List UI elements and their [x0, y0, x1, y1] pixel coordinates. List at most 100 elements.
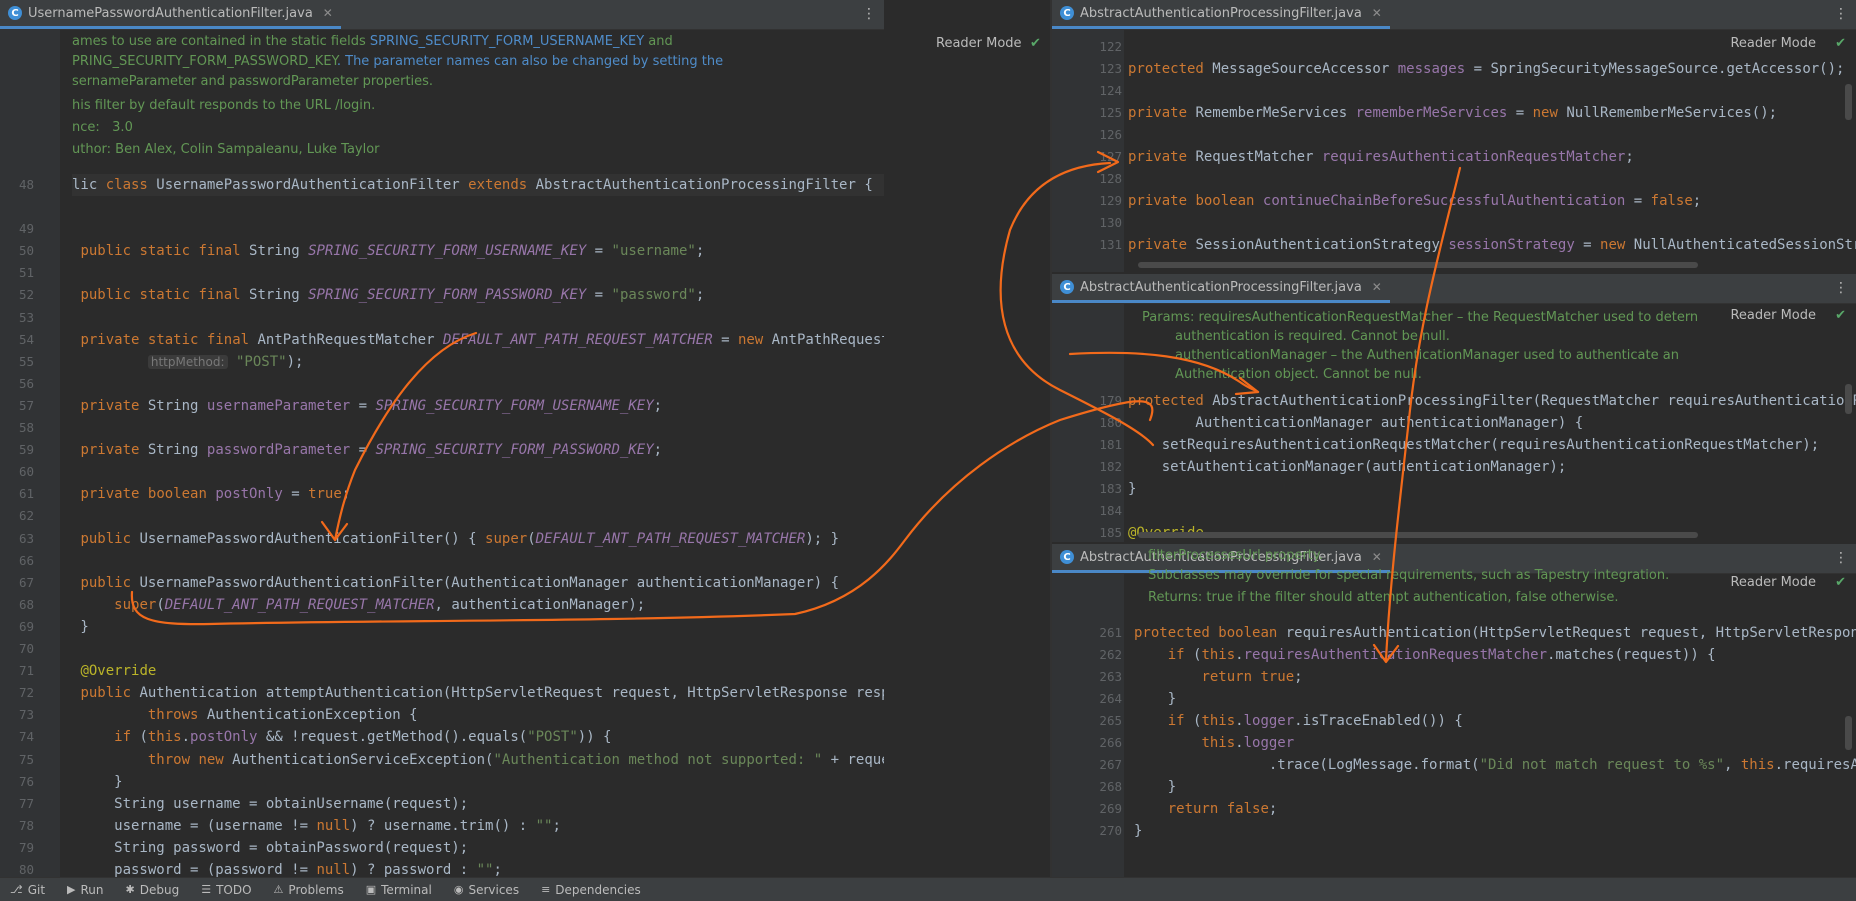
code-line[interactable]: setAuthenticationManager(authenticationM…	[1128, 456, 1567, 478]
kebab-menu-icon[interactable]: ⋮	[1834, 550, 1848, 566]
line-number: 73	[18, 707, 34, 723]
right-mid-horizontal-scrollbar[interactable]	[1138, 532, 1698, 538]
code-line[interactable]: private static final AntPathRequestMatch…	[72, 329, 884, 351]
code-line[interactable]: this.logger	[1134, 732, 1294, 754]
close-icon[interactable]: ✕	[1372, 550, 1382, 564]
line-number: 128	[1099, 171, 1122, 186]
code-line[interactable]: private String usernameParameter = SPRIN…	[72, 395, 662, 417]
toolwindow-services-button[interactable]: ◉ Services	[454, 883, 519, 897]
code-line[interactable]: httpMethod: "POST");	[72, 351, 303, 373]
line-number: 76	[18, 773, 34, 789]
code-line[interactable]: protected boolean requiresAuthentication…	[1134, 622, 1856, 644]
java-class-icon: C	[8, 6, 22, 20]
toolwindow-problems-button[interactable]: ⚠ Problems	[274, 883, 344, 897]
code-line[interactable]: String password = obtainPassword(request…	[72, 837, 468, 859]
toolwindow-terminal-button[interactable]: ▣ Terminal	[366, 883, 432, 897]
toolwindow-run-button[interactable]: ▶ Run	[67, 883, 103, 897]
code-line[interactable]: public static final String SPRING_SECURI…	[72, 284, 704, 306]
code-line[interactable]: protected MessageSourceAccessor messages…	[1128, 58, 1844, 80]
line-number: 180	[1099, 415, 1122, 430]
code-line[interactable]: private boolean postOnly = true;	[72, 483, 350, 505]
left-tab[interactable]: C UsernamePasswordAuthenticationFilter.j…	[0, 0, 341, 29]
line-number: 71	[18, 663, 34, 679]
reader-mode-button[interactable]: Reader Mode	[1730, 308, 1816, 323]
line-number: 54	[18, 331, 34, 347]
toolwindow-label: Problems	[288, 882, 344, 897]
code-line[interactable]: protected AbstractAuthenticationProcessi…	[1128, 390, 1856, 412]
code-line[interactable]: @Override	[72, 660, 156, 682]
toolwindow-git-button[interactable]: ⎇ Git	[10, 883, 45, 897]
right-top-horizontal-scrollbar[interactable]	[1138, 262, 1698, 268]
code-line[interactable]: }	[72, 616, 88, 638]
java-class-icon: C	[1060, 280, 1074, 294]
line-number: 183	[1099, 481, 1122, 496]
right-mid-vertical-scrollbar[interactable]	[1845, 384, 1852, 414]
kebab-menu-icon[interactable]: ⋮	[1834, 6, 1848, 22]
close-icon[interactable]: ✕	[1372, 6, 1382, 20]
right-top-tab[interactable]: C AbstractAuthenticationProcessingFilter…	[1052, 0, 1390, 29]
line-number: 57	[18, 397, 34, 413]
terminal-icon: ▣	[365, 883, 377, 896]
line-number: 79	[18, 839, 34, 855]
code-line[interactable]: }	[1134, 776, 1176, 798]
code-line[interactable]: password = (password != null) ? password…	[72, 859, 502, 877]
kebab-menu-icon[interactable]: ⋮	[862, 6, 876, 22]
code-line[interactable]: }	[1134, 820, 1142, 842]
line-number: 49	[18, 221, 34, 237]
code-line[interactable]: super(DEFAULT_ANT_PATH_REQUEST_MATCHER, …	[72, 594, 645, 616]
right-bottom-editor[interactable]: C AbstractAuthenticationProcessingFilter…	[1052, 544, 1856, 877]
code-line[interactable]: private String passwordParameter = SPRIN…	[72, 439, 662, 461]
code-line[interactable]: .trace(LogMessage.format("Did not match …	[1134, 754, 1856, 776]
tool-window-bar: ⎇ Git ▶ Run ✱ Debug ☰ TODO ⚠ Problems ▣ Terminal ◉ Se…	[0, 877, 1856, 901]
code-line[interactable]: public Authentication attemptAuthenticat…	[72, 682, 884, 704]
code-line[interactable]: AuthenticationManager authenticationMana…	[1128, 412, 1583, 434]
kebab-menu-icon[interactable]: ⋮	[1834, 280, 1848, 296]
close-icon[interactable]: ✕	[323, 6, 333, 20]
code-line[interactable]: }	[72, 771, 122, 793]
close-icon[interactable]: ✕	[1372, 280, 1382, 294]
line-number: 269	[1099, 801, 1122, 816]
code-line[interactable]: String username = obtainUsername(request…	[72, 793, 468, 815]
code-line[interactable]: private boolean continueChainBeforeSucce…	[1128, 190, 1701, 212]
todo-icon: ☰	[201, 883, 212, 896]
code-line[interactable]: public UsernamePasswordAuthenticationFil…	[72, 572, 839, 594]
code-line[interactable]: }	[1128, 478, 1136, 500]
line-number: 63	[18, 530, 34, 546]
toolwindow-debug-button[interactable]: ✱ Debug	[126, 883, 180, 897]
code-line[interactable]: private SessionAuthenticationStrategy se…	[1128, 234, 1856, 256]
right-top-vertical-scrollbar[interactable]	[1845, 84, 1852, 120]
code-line[interactable]: public UsernamePasswordAuthenticationFil…	[72, 528, 839, 550]
code-line[interactable]: public static final String SPRING_SECURI…	[72, 240, 704, 262]
line-number: 181	[1099, 437, 1122, 452]
line-number: 124	[1099, 83, 1122, 98]
code-line[interactable]: throws AuthenticationException {	[72, 704, 418, 726]
code-line[interactable]: return true;	[1134, 666, 1302, 688]
class-declaration-line[interactable]: lic class UsernamePasswordAuthentication…	[72, 174, 884, 196]
line-number: 67	[18, 574, 34, 590]
right-bottom-vertical-scrollbar[interactable]	[1845, 716, 1852, 750]
code-line[interactable]: if (this.postOnly && !request.getMethod(…	[72, 726, 611, 748]
right-mid-tab[interactable]: C AbstractAuthenticationProcessingFilter…	[1052, 274, 1390, 303]
code-line[interactable]: username = (username != null) ? username…	[72, 815, 561, 837]
code-line[interactable]: setRequiresAuthenticationRequestMatcher(…	[1128, 434, 1819, 456]
left-reader-mode-button[interactable]: Reader Mode	[936, 36, 1022, 51]
code-line[interactable]: }	[1134, 688, 1176, 710]
toolwindow-dependencies-button[interactable]: ≡ Dependencies	[541, 883, 641, 897]
code-line[interactable]: if (this.logger.isTraceEnabled()) {	[1134, 710, 1463, 732]
left-editor[interactable]: C UsernamePasswordAuthenticationFilter.j…	[0, 0, 884, 877]
toolwindow-todo-button[interactable]: ☰ TODO	[201, 883, 251, 897]
code-line[interactable]: if (this.requiresAuthenticationRequestMa…	[1134, 644, 1716, 666]
line-number: 265	[1099, 713, 1122, 728]
right-mid-editor[interactable]: C AbstractAuthenticationProcessingFilter…	[1052, 274, 1856, 542]
code-line[interactable]: private RequestMatcher requiresAuthentic…	[1128, 146, 1634, 168]
code-line[interactable]: return false;	[1134, 798, 1278, 820]
reader-mode-button[interactable]: Reader Mode	[1730, 575, 1816, 590]
line-number: 268	[1099, 779, 1122, 794]
line-number: 184	[1099, 503, 1122, 518]
doc-line: PRING_SECURITY_FORM_PASSWORD_KEY. The pa…	[72, 54, 724, 69]
line-number: 267	[1099, 757, 1122, 772]
code-line[interactable]: throw new AuthenticationServiceException…	[72, 749, 884, 771]
code-line[interactable]: private RememberMeServices rememberMeSer…	[1128, 102, 1777, 124]
right-top-editor[interactable]: C AbstractAuthenticationProcessingFilter…	[1052, 0, 1856, 272]
reader-mode-button[interactable]: Reader Mode	[1730, 36, 1816, 51]
